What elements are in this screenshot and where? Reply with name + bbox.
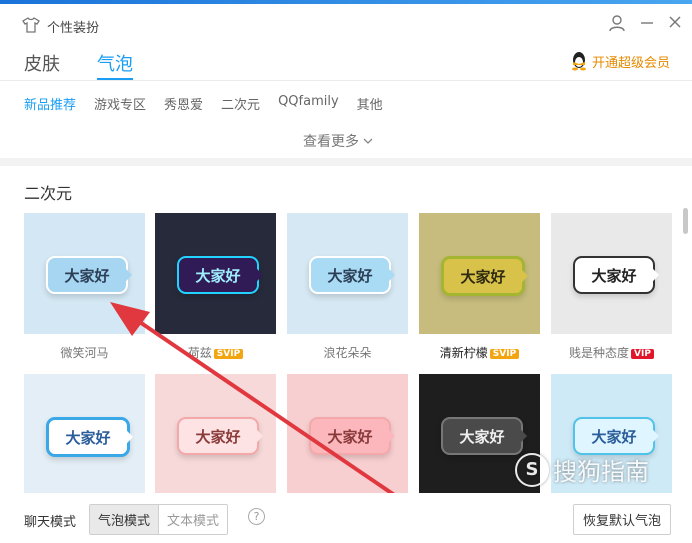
blue-frame-bubble-icon: 大家好 [46,417,134,457]
minimize-icon[interactable] [640,14,654,30]
bubble-grid: 大家好 微笑河马 大家好 荷兹 SVIP 大家好 浪花朵朵 大家好 清新柠檬 SVIP 大家好 贱是种… [24,213,674,493]
tab-bubble[interactable]: 气泡 [97,50,133,76]
bubble-name: 清新柠檬 SVIP [419,344,540,361]
bubble-thumbnail[interactable]: 大家好 [155,213,276,334]
svip-badge: SVIP [213,349,244,359]
bubble-card[interactable]: 大家好清新柠檬 SVIP [419,213,540,361]
bubble-tail [644,428,660,444]
bubble-thumbnail[interactable]: 大家好 [287,374,408,493]
bubble-tail [248,267,264,283]
bubble-card[interactable]: 大家好荷兹 SVIP [155,213,276,361]
watermark-logo-icon: S [515,452,549,487]
bubble-tail [380,428,396,444]
window-title: 个性装扮 [47,21,100,36]
bubble-thumbnail[interactable]: 大家好 [419,213,540,334]
qq-penguin-icon [572,52,586,71]
see-more-button[interactable]: 查看更多 [303,131,373,151]
cloud-bubble-icon: 大家好 [46,256,133,294]
bubble-sample-text: 大家好 [460,267,506,286]
bubble-name-text: 清新柠檬 [439,346,488,360]
category-anime[interactable]: 二次元 [221,94,260,113]
pink-bubble-icon: 大家好 [309,417,396,455]
dark-cat-bubble-icon: 大家好 [441,417,528,455]
bubble-thumbnail[interactable]: 大家好 [24,374,145,493]
bubble-card[interactable]: 大家好 微笑河马 [24,213,145,361]
category-games[interactable]: 游戏专区 [94,94,146,113]
bubble-name: 荷兹 SVIP [155,344,276,361]
bubble-sample-text: 大家好 [591,427,637,446]
svip-badge: SVIP [489,349,520,359]
section-separator [0,158,692,166]
bubble-tail [117,267,133,283]
tab-skin[interactable]: 皮肤 [24,50,60,76]
bubble-card[interactable]: 大家好 [24,374,145,493]
category-other[interactable]: 其他 [357,94,383,113]
close-icon[interactable] [667,14,683,30]
bubble-sample-text: 大家好 [459,427,505,446]
help-icon[interactable]: ? [248,508,265,525]
category-couple[interactable]: 秀恩爱 [164,94,203,113]
bubble-card[interactable]: 大家好 [155,374,276,493]
bubble-card[interactable]: 大家好 [287,374,408,493]
section-title: 二次元 [24,184,73,203]
chat-mode-switch: 气泡模式 文本模式 [89,504,229,535]
duck-bubble-icon: 大家好 [573,417,660,455]
bubble-name: 贱是种态度 VIP [551,344,672,361]
see-more-label: 查看更多 [303,134,359,150]
restore-default-button[interactable]: 恢复默认气泡 [573,504,672,535]
main-tabs: 皮肤 气泡 开通超级会员 [0,44,692,80]
bubble-thumbnail[interactable]: 大家好 [287,213,408,334]
open-svip-label: 开通超级会员 [592,55,671,71]
chevron-down-icon [363,138,373,144]
tshirt-icon [22,17,40,33]
bubble-name: 微笑河马 [24,344,145,361]
bubble-mode-button[interactable]: 气泡模式 [90,505,160,534]
chat-mode-label: 聊天模式 [24,515,77,530]
bubble-sample-text: 大家好 [65,428,111,447]
bubble-thumbnail[interactable]: 大家好 [24,213,145,334]
bubble-sample-text: 大家好 [195,266,241,285]
bubble-name-text: 微笑河马 [60,346,109,360]
bubble-name-text: 荷兹 [187,346,212,360]
bubble-tail [248,428,264,444]
category-nav: 新品推荐 游戏专区 秀恩爱 二次元 QQfamily 其他 [24,94,383,113]
bubble-sample-text: 大家好 [64,266,110,285]
category-qqfamily[interactable]: QQfamily [278,94,339,113]
bubble-sample-text: 大家好 [591,266,637,285]
bottom-bar: 聊天模式 气泡模式 文本模式 ? 恢复默认气泡 [0,493,692,543]
tabs-divider [0,80,692,81]
scrollbar-thumb[interactable] [683,208,688,234]
bubble-tail [513,268,529,284]
bubble-tail [118,429,134,445]
category-new[interactable]: 新品推荐 [24,94,76,113]
vip-badge: VIP [631,349,654,359]
bubble-tail [380,267,396,283]
user-icon[interactable] [608,14,626,32]
bubble-sample-text: 大家好 [195,427,241,446]
bubble-thumbnail[interactable]: 大家好 [155,374,276,493]
bubble-card[interactable]: 大家好贱是种态度 VIP [551,213,672,361]
bubble-card[interactable]: 大家好 浪花朵朵 [287,213,408,361]
bubble-thumbnail[interactable]: 大家好 [551,213,672,334]
sketch-bubble-icon: 大家好 [573,256,660,294]
watermark: S 搜狗指南 [515,452,649,487]
lemon-bubble-icon: 大家好 [441,256,529,296]
bubble-tail [512,428,528,444]
open-svip-link[interactable]: 开通超级会员 [570,51,670,71]
bubble-name-text: 浪花朵朵 [323,346,372,360]
bubble-name: 浪花朵朵 [287,344,408,361]
bubble-sample-text: 大家好 [327,266,373,285]
wave-bubble-icon: 大家好 [309,256,396,294]
text-mode-button[interactable]: 文本模式 [159,505,228,534]
bubble-name-text: 贱是种态度 [569,346,630,360]
bubble-tail [644,267,660,283]
watermark-text: 搜狗指南 [553,458,649,486]
neon-cat-bubble-icon: 大家好 [177,256,264,294]
bubble-sample-text: 大家好 [327,427,373,446]
pig-bubble-icon: 大家好 [177,417,264,455]
title-bar: 个性装扮 [0,4,692,42]
